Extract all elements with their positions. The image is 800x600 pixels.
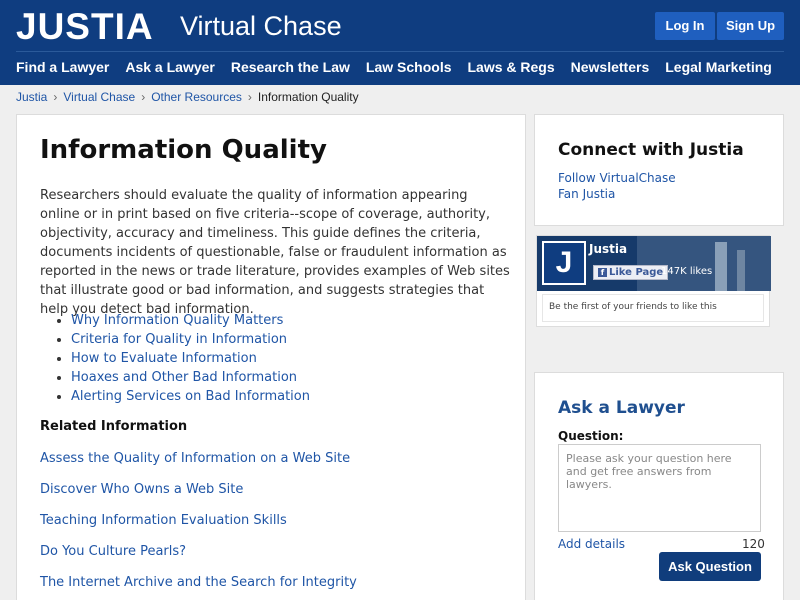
justia-logo[interactable]: JUSTIA: [16, 6, 154, 48]
nav-research-the-law[interactable]: Research the Law: [231, 59, 350, 75]
like-page-label: Like Page: [609, 267, 664, 278]
ask-title: Ask a Lawyer: [558, 398, 685, 418]
likes-count: 147K likes: [661, 266, 713, 277]
related-heading: Related Information: [40, 419, 188, 434]
site-subtitle[interactable]: Virtual Chase: [180, 11, 342, 42]
follow-virtualchase-link[interactable]: Follow VirtualChase: [558, 171, 676, 185]
topic-link[interactable]: Alerting Services on Bad Information: [71, 389, 310, 404]
topic-link[interactable]: Hoaxes and Other Bad Information: [71, 370, 297, 385]
list-item: Hoaxes and Other Bad Information: [71, 368, 310, 387]
facebook-icon: f: [598, 268, 607, 277]
list-item: Criteria for Quality in Information: [71, 330, 310, 349]
main-nav: Find a Lawyer Ask a Lawyer Research the …: [16, 59, 788, 75]
nav-find-a-lawyer[interactable]: Find a Lawyer: [16, 59, 109, 75]
like-page-button[interactable]: f Like Page: [593, 265, 669, 280]
ask-question-button[interactable]: Ask Question: [659, 552, 761, 581]
facebook-friends-note: Be the first of your friends to like thi…: [542, 294, 764, 322]
nav-ask-a-lawyer[interactable]: Ask a Lawyer: [125, 59, 215, 75]
statue-of-liberty-image: [737, 250, 745, 291]
topic-link[interactable]: How to Evaluate Information: [71, 351, 257, 366]
nav-newsletters[interactable]: Newsletters: [571, 59, 650, 75]
fan-justia-link[interactable]: Fan Justia: [558, 187, 615, 201]
signup-button[interactable]: Sign Up: [717, 12, 784, 40]
breadcrumb-other-resources[interactable]: Other Resources: [151, 90, 242, 104]
topic-list: Why Information Quality Matters Criteria…: [71, 311, 310, 406]
topic-link[interactable]: Criteria for Quality in Information: [71, 332, 287, 347]
nav-law-schools[interactable]: Law Schools: [366, 59, 452, 75]
facebook-page-name[interactable]: Justia: [589, 242, 627, 256]
nav-laws-regs[interactable]: Laws & Regs: [468, 59, 555, 75]
question-input[interactable]: [558, 444, 761, 532]
justia-j-logo[interactable]: J: [542, 241, 586, 285]
breadcrumb-separator: ›: [141, 90, 146, 104]
article-card: Information Quality Researchers should e…: [16, 114, 526, 600]
ask-lawyer-card: Ask a Lawyer Question: Add details 120 A…: [534, 372, 784, 600]
list-item: Why Information Quality Matters: [71, 311, 310, 330]
breadcrumb-separator: ›: [53, 90, 58, 104]
question-label: Question:: [558, 429, 624, 443]
related-link[interactable]: Do You Culture Pearls?: [40, 544, 186, 559]
topic-link[interactable]: Why Information Quality Matters: [71, 313, 283, 328]
add-details-link[interactable]: Add details: [558, 537, 625, 551]
list-item: Alerting Services on Bad Information: [71, 387, 310, 406]
related-link[interactable]: Assess the Quality of Information on a W…: [40, 451, 350, 466]
banner-image: [637, 236, 771, 291]
nav-legal-marketing[interactable]: Legal Marketing: [665, 59, 772, 75]
related-link[interactable]: The Internet Archive and the Search for …: [40, 575, 357, 590]
char-count: 120: [742, 537, 765, 551]
list-item: How to Evaluate Information: [71, 349, 310, 368]
site-header: JUSTIA Virtual Chase Log In Sign Up Find…: [0, 0, 800, 85]
statue-of-liberty-image: [715, 242, 727, 291]
connect-card: Connect with Justia Follow VirtualChase …: [534, 114, 784, 226]
login-button[interactable]: Log In: [655, 12, 715, 40]
breadcrumb-current: Information Quality: [257, 90, 359, 104]
breadcrumb-separator: ›: [247, 90, 252, 104]
facebook-banner[interactable]: J Justia f Like Page 147K likes: [537, 236, 771, 291]
breadcrumb-justia[interactable]: Justia: [16, 90, 47, 104]
breadcrumb-virtual-chase[interactable]: Virtual Chase: [63, 90, 135, 104]
page-title: Information Quality: [40, 135, 327, 165]
connect-title: Connect with Justia: [558, 140, 744, 160]
breadcrumb: Justia › Virtual Chase › Other Resources…: [16, 90, 359, 104]
related-link[interactable]: Discover Who Owns a Web Site: [40, 482, 243, 497]
related-link[interactable]: Teaching Information Evaluation Skills: [40, 513, 287, 528]
facebook-widget: J Justia f Like Page 147K likes Be the fi…: [536, 235, 771, 327]
nav-divider: [16, 51, 784, 52]
intro-paragraph: Researchers should evaluate the quality …: [40, 188, 510, 317]
